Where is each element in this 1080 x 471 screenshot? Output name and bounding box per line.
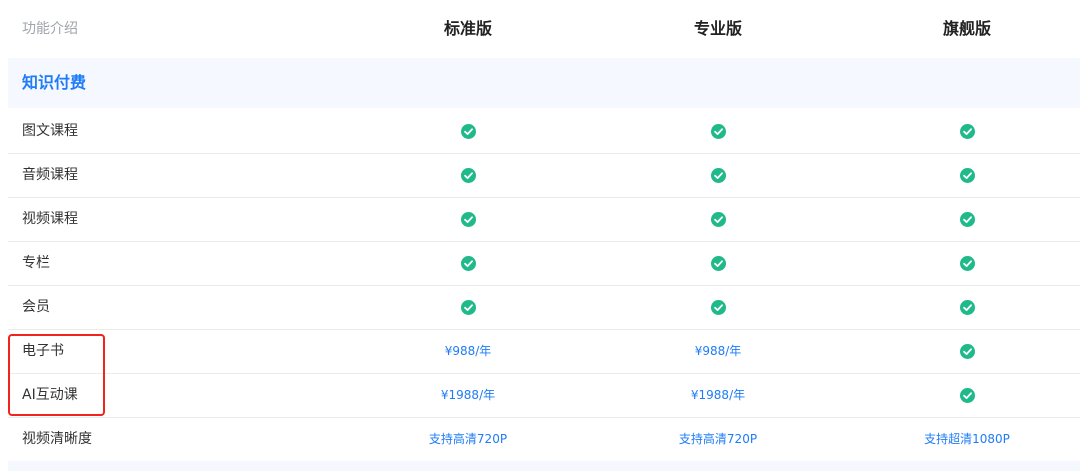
check-icon — [460, 256, 476, 271]
highlight-box — [8, 334, 105, 416]
plan-professional-title: 专业版 — [693, 19, 742, 38]
table-row: 视频清晰度 支持高清720P 支持高清720P 支持超清1080P — [8, 418, 1080, 462]
footer-strip — [8, 461, 1080, 471]
check-icon — [710, 300, 726, 315]
check-icon — [959, 212, 975, 227]
check-icon — [460, 124, 476, 139]
plan-standard-title: 标准版 — [443, 19, 492, 38]
check-icon — [710, 256, 726, 271]
plan-value-cell — [618, 242, 818, 285]
plan-value-cell — [618, 286, 818, 329]
plan-value-cell — [618, 110, 818, 153]
check-icon — [460, 300, 476, 315]
feature-name: 专栏 — [22, 255, 50, 271]
check-icon — [959, 300, 975, 315]
plan-value-cell — [618, 198, 818, 241]
plan-value-cell: 支持高清720P — [428, 432, 508, 446]
check-icon — [959, 168, 975, 183]
check-icon — [959, 124, 975, 139]
table-row: 会员 — [8, 286, 1080, 330]
plan-value-cell: ¥988/年 — [694, 344, 742, 358]
plan-value-cell — [867, 154, 1067, 197]
table-row: 图文课程 — [8, 110, 1080, 154]
feature-name: 会员 — [22, 299, 50, 315]
plan-value-cell: ¥988/年 — [444, 344, 492, 358]
feature-name: 音频课程 — [22, 167, 78, 183]
feature-column-label: 功能介绍 — [22, 21, 78, 37]
table-row: 专栏 — [8, 242, 1080, 286]
plan-value-cell — [867, 242, 1067, 285]
plan-value-cell: ¥1988/年 — [440, 388, 496, 402]
check-icon — [710, 124, 726, 139]
plan-value-cell — [867, 286, 1067, 329]
feature-name: 视频课程 — [22, 211, 78, 227]
plan-value-cell — [867, 374, 1067, 417]
table-row: AI互动课 ¥1988/年 ¥1988/年 — [8, 374, 1080, 418]
check-icon — [710, 212, 726, 227]
feature-table: 图文课程 音频课程 视频课程 专栏 会员 电子书 ¥988/年 ¥988/年 AI互动课 ¥198… — [8, 110, 1080, 462]
plan-value-cell — [867, 198, 1067, 241]
plan-flagship-title: 旗舰版 — [942, 19, 991, 38]
table-row: 电子书 ¥988/年 ¥988/年 — [8, 330, 1080, 374]
plan-value-cell — [368, 286, 568, 329]
check-icon — [959, 344, 975, 359]
plan-header: 功能介绍 标准版 专业版 旗舰版 — [0, 0, 1080, 58]
plan-value-cell: 支持高清720P — [678, 432, 758, 446]
check-icon — [460, 168, 476, 183]
plan-value-cell — [368, 198, 568, 241]
plan-value-cell — [867, 330, 1067, 373]
section-title: 知识付费 — [22, 73, 87, 92]
plan-value-cell — [368, 110, 568, 153]
plan-value-cell — [368, 242, 568, 285]
plan-value-cell — [867, 110, 1067, 153]
feature-name: 图文课程 — [22, 123, 78, 139]
plan-value-cell: 支持超清1080P — [924, 432, 1010, 446]
plan-value-cell — [368, 154, 568, 197]
feature-name: 视频清晰度 — [22, 431, 92, 447]
check-icon — [710, 168, 726, 183]
plan-value-cell: ¥1988/年 — [690, 388, 746, 402]
check-icon — [959, 388, 975, 403]
section-header: 知识付费 — [8, 58, 1080, 108]
check-icon — [959, 256, 975, 271]
check-icon — [460, 212, 476, 227]
plan-value-cell — [618, 154, 818, 197]
table-row: 视频课程 — [8, 198, 1080, 242]
table-row: 音频课程 — [8, 154, 1080, 198]
